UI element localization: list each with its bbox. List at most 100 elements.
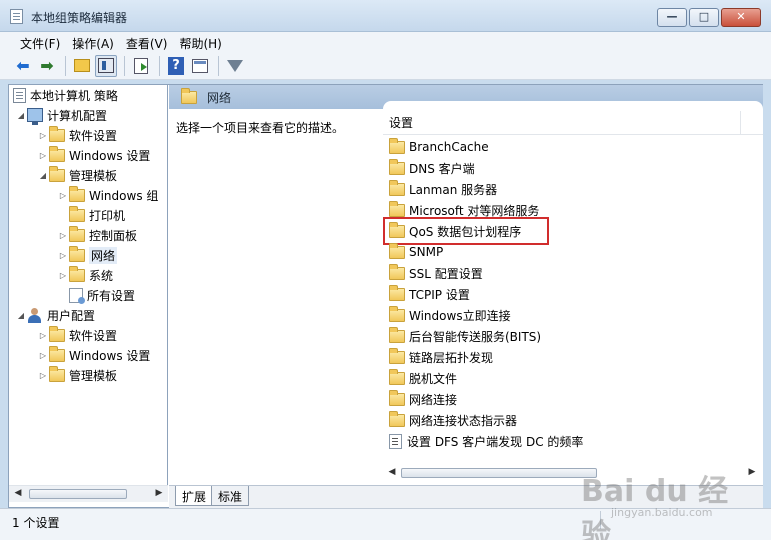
- list-item[interactable]: Windows立即连接: [387, 305, 511, 325]
- list-item-label: Microsoft 对等网络服务: [409, 203, 540, 218]
- list-item-label: 设置 DFS 客户端发现 DC 的频率: [407, 434, 584, 449]
- help-button[interactable]: ?: [165, 55, 187, 77]
- list-item[interactable]: Lanman 服务器: [387, 179, 497, 199]
- maximize-button[interactable]: □: [689, 8, 719, 27]
- computer-icon: [27, 108, 43, 125]
- all-settings-icon: [69, 287, 85, 304]
- tree-item-uc-admin[interactable]: ▷ 管理模板: [37, 365, 117, 385]
- main-content: 本地计算机 策略 ◢ 计算机配置 ▷ 软件设置 ▷ Windows 设置 ◢ 管…: [8, 84, 763, 508]
- scroll-left-icon[interactable]: ◀: [11, 488, 25, 498]
- folder-icon: [69, 185, 85, 202]
- list-item[interactable]: SSL 配置设置: [387, 263, 483, 283]
- menu-view[interactable]: 查看(V): [120, 32, 174, 52]
- list-item-setting[interactable]: 设置 DFS 客户端发现 DC 的频率: [387, 431, 583, 451]
- scroll-thumb[interactable]: [401, 468, 597, 478]
- expand-arrow-icon[interactable]: ▷: [37, 151, 49, 160]
- tree-item-root[interactable]: 本地计算机 策略: [13, 85, 118, 105]
- window-controls: — □ ✕: [655, 8, 761, 27]
- filter-button[interactable]: [224, 55, 246, 77]
- forward-button[interactable]: ➡: [36, 55, 58, 77]
- toolbar-separator: [124, 55, 125, 76]
- tree-item-cc-admin-control[interactable]: ▷ 控制面板: [57, 225, 137, 245]
- tree-item-label: 本地计算机 策略: [30, 88, 118, 103]
- collapse-arrow-icon[interactable]: ◢: [37, 171, 49, 180]
- list-item[interactable]: DNS 客户端: [387, 158, 475, 178]
- tree-pane: 本地计算机 策略 ◢ 计算机配置 ▷ 软件设置 ▷ Windows 设置 ◢ 管…: [9, 85, 168, 485]
- expand-arrow-icon[interactable]: ▷: [57, 191, 69, 200]
- back-button[interactable]: ⬅: [12, 55, 34, 77]
- minimize-button[interactable]: —: [657, 8, 687, 27]
- list-item-label: 网络连接: [409, 392, 458, 407]
- list-item-label: DNS 客户端: [409, 161, 475, 176]
- scroll-thumb[interactable]: [29, 489, 127, 499]
- list-item[interactable]: BranchCache: [387, 137, 489, 157]
- expand-arrow-icon[interactable]: ▷: [57, 251, 69, 260]
- watermark-url: jingyan.baidu.com: [611, 506, 713, 519]
- properties-button[interactable]: [189, 55, 211, 77]
- export-list-button[interactable]: [130, 55, 152, 77]
- tree-item-label: 用户配置: [47, 308, 96, 323]
- column-header-label: 设置: [389, 116, 414, 130]
- collapse-arrow-icon[interactable]: ◢: [15, 311, 27, 320]
- expand-arrow-icon[interactable]: ▷: [37, 351, 49, 360]
- tree-item-user-config[interactable]: ◢ 用户配置: [15, 305, 95, 325]
- up-one-level-button[interactable]: [71, 55, 93, 77]
- folder-icon: [69, 265, 85, 282]
- forward-arrow-icon: ➡: [40, 56, 54, 75]
- description-text: 选择一个项目来查看它的描述。: [176, 121, 345, 135]
- tree-item-label: Windows 设置: [69, 148, 151, 163]
- menu-help[interactable]: 帮助(H): [173, 32, 227, 52]
- expand-arrow-icon[interactable]: ▷: [57, 271, 69, 280]
- tree-item-label: 计算机配置: [47, 108, 108, 123]
- expand-arrow-icon[interactable]: ▷: [37, 371, 49, 380]
- description-area: 选择一个项目来查看它的描述。: [169, 109, 383, 485]
- tree-item-cc-admin-printers[interactable]: 打印机: [57, 205, 125, 225]
- scroll-left-icon[interactable]: ◀: [385, 467, 399, 477]
- tree-item-label: 管理模板: [69, 368, 118, 383]
- tree-item-cc-admin-system[interactable]: ▷ 系统: [57, 265, 113, 285]
- close-button[interactable]: ✕: [721, 8, 761, 27]
- tree-item-cc-windows[interactable]: ▷ Windows 设置: [37, 145, 150, 165]
- toolbar-separator: [159, 55, 160, 76]
- tab-standard[interactable]: 标准: [211, 486, 250, 506]
- folder-icon: [69, 245, 85, 262]
- status-text: 1 个设置: [12, 516, 60, 530]
- list-item[interactable]: 脱机文件: [387, 368, 457, 388]
- tree-item-label: 控制面板: [89, 228, 138, 243]
- list-item[interactable]: 后台智能传送服务(BITS): [387, 326, 541, 346]
- list-item[interactable]: 链路层拓扑发现: [387, 347, 493, 367]
- scroll-right-icon[interactable]: ▶: [152, 488, 166, 498]
- folder-icon: [389, 242, 405, 259]
- tree-item-label: 打印机: [89, 208, 126, 223]
- help-icon: ?: [168, 56, 184, 75]
- tree-horizontal-scrollbar[interactable]: ◀ ▶: [9, 485, 168, 502]
- tree-item-cc-software[interactable]: ▷ 软件设置: [37, 125, 117, 145]
- tree-item-cc-admin[interactable]: ◢ 管理模板: [37, 165, 117, 185]
- expand-arrow-icon[interactable]: ▷: [57, 231, 69, 240]
- show-hide-tree-button[interactable]: [95, 54, 117, 77]
- tree-item-cc-admin-all[interactable]: 所有设置: [57, 285, 135, 305]
- tree-item-label: 所有设置: [87, 288, 136, 303]
- menu-file[interactable]: 文件(F): [14, 32, 66, 52]
- folder-icon: [389, 158, 405, 175]
- tree-item-uc-software[interactable]: ▷ 软件设置: [37, 325, 117, 345]
- collapse-arrow-icon[interactable]: ◢: [15, 111, 27, 120]
- folder-icon: [389, 200, 405, 217]
- expand-arrow-icon[interactable]: ▷: [37, 331, 49, 340]
- watermark-logo: Bai du 经验: [581, 474, 729, 540]
- menu-action[interactable]: 操作(A): [66, 32, 120, 52]
- list-item[interactable]: 网络连接: [387, 389, 457, 409]
- tree-item-computer-config[interactable]: ◢ 计算机配置: [15, 105, 107, 125]
- tree-item-cc-admin-network[interactable]: ▷ 网络: [57, 245, 118, 265]
- list-item[interactable]: 网络连接状态指示器: [387, 410, 517, 430]
- list-item[interactable]: SNMP: [387, 242, 443, 262]
- expand-arrow-icon[interactable]: ▷: [37, 131, 49, 140]
- column-header-setting[interactable]: 设置: [383, 111, 763, 135]
- tree-item-cc-admin-windows[interactable]: ▷ Windows 组: [57, 185, 158, 205]
- properties-icon: [192, 58, 208, 73]
- tab-extended[interactable]: 扩展: [175, 486, 214, 506]
- tree-item-label: 软件设置: [69, 128, 118, 143]
- tree-item-uc-windows[interactable]: ▷ Windows 设置: [37, 345, 150, 365]
- list-item[interactable]: TCPIP 设置: [387, 284, 470, 304]
- folder-icon: [389, 137, 405, 154]
